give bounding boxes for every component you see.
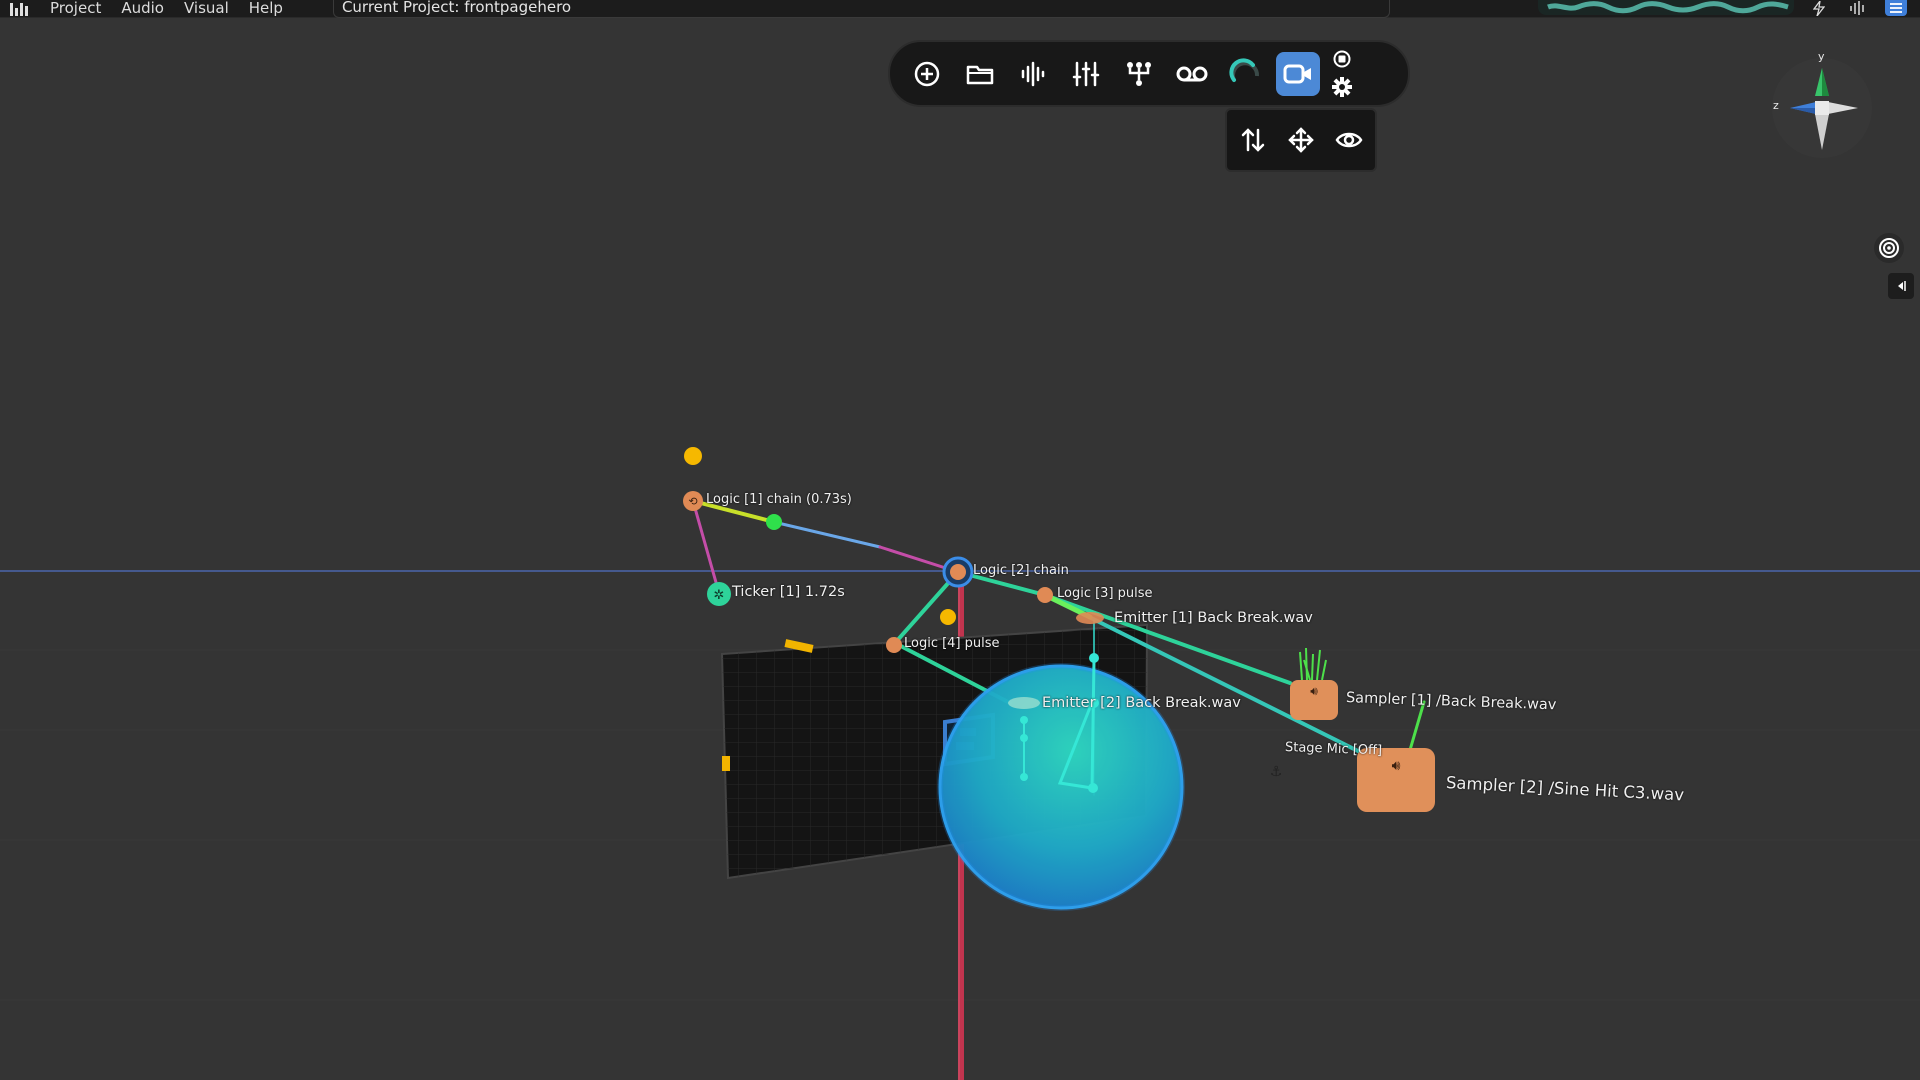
emitter-node-1 (1076, 612, 1104, 624)
transform-toolbar (1225, 108, 1377, 172)
svg-text:⟲: ⟲ (688, 495, 697, 508)
camera-icon[interactable] (1276, 52, 1320, 96)
sampler-1: 🔊︎ (1290, 647, 1338, 720)
mixer-sliders-icon[interactable] (1064, 52, 1108, 96)
voicemail-icon[interactable] (1170, 52, 1214, 96)
ticker-node: ✲ (707, 582, 731, 606)
settings-gear-icon[interactable] (1329, 74, 1355, 100)
green-handle (766, 514, 782, 530)
menu-visual[interactable]: Visual (174, 1, 239, 16)
move-arrows-icon[interactable] (1281, 120, 1321, 160)
record-stop-icon[interactable] (1329, 46, 1355, 72)
svg-text:⚓︎: ⚓︎ (1270, 764, 1283, 780)
svg-text:🔊︎: 🔊︎ (1310, 684, 1318, 698)
master-waveform (1538, 0, 1794, 15)
yellow-dot (684, 447, 702, 465)
menu-help[interactable]: Help (239, 1, 293, 16)
emitter-1-label: Emitter [1] Back Break.wav (1114, 610, 1313, 626)
menu-audio[interactable]: Audio (111, 1, 174, 16)
yellow-dot (940, 609, 956, 625)
target-icon[interactable] (1874, 233, 1904, 263)
menu-bar: Project Audio Visual Help Current Projec… (0, 0, 1920, 18)
hamburger-menu-icon[interactable] (1885, 0, 1907, 16)
collapse-panel-icon[interactable] (1888, 273, 1914, 299)
gizmo-y-label: y (1818, 50, 1825, 63)
emitter-2-label: Emitter [2] Back Break.wav (1042, 695, 1241, 711)
audio-meter-icon[interactable] (1846, 0, 1868, 16)
eye-icon[interactable] (1329, 120, 1369, 160)
logic-2-label: Logic [2] chain (973, 563, 1069, 578)
ticker-1-label: Ticker [1] 1.72s (732, 584, 845, 600)
logic-node-1: ⟲ (683, 491, 703, 511)
logic-node-3 (1037, 587, 1053, 603)
waveform-icon[interactable] (1011, 52, 1055, 96)
menu-project[interactable]: Project (40, 1, 111, 16)
logic-4-label: Logic [4] pulse (904, 636, 1000, 651)
orientation-gizmo[interactable]: y z (1770, 50, 1874, 162)
loading-spinner-icon[interactable] (1223, 52, 1267, 96)
add-icon[interactable] (905, 52, 949, 96)
logic-node-4 (886, 637, 902, 653)
3d-viewport[interactable]: ⟲ ✲ 🔊︎ 🔊︎ ⚓︎ Logic [1] chain (0.73s) Tic… (0, 0, 1920, 1080)
scene-canvas[interactable]: ⟲ ✲ 🔊︎ 🔊︎ ⚓︎ (0, 0, 1920, 1080)
app-logo-icon[interactable] (10, 1, 32, 16)
logic-3-label: Logic [3] pulse (1057, 586, 1153, 601)
svg-text:🔊︎: 🔊︎ (1392, 758, 1401, 774)
main-toolbar (888, 40, 1410, 107)
node-graph-icon[interactable] (1117, 52, 1161, 96)
stage-mic-icon: ⚓︎ (1270, 764, 1283, 780)
gizmo-z-label: z (1773, 99, 1779, 112)
current-project-label: Current Project: frontpagehero (332, 0, 1390, 18)
logic-1-label: Logic [1] chain (0.73s) (706, 492, 852, 507)
lightning-icon[interactable] (1808, 0, 1830, 16)
up-down-arrows-icon[interactable] (1233, 120, 1273, 160)
folder-icon[interactable] (958, 52, 1002, 96)
logic-node-2 (942, 556, 974, 588)
svg-text:✲: ✲ (714, 588, 725, 603)
